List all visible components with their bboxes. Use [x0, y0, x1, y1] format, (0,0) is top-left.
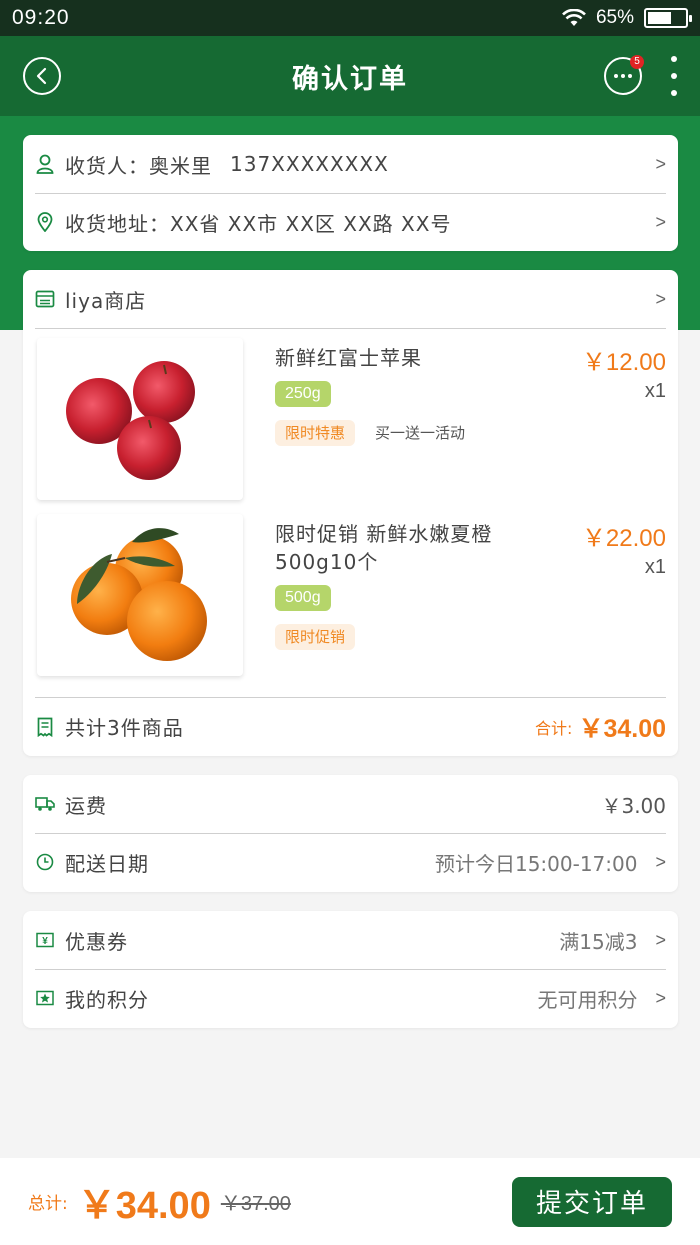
product-price: ￥12.00	[581, 349, 666, 376]
product-image-apples	[37, 338, 243, 500]
notification-badge: 5	[630, 55, 644, 69]
product-item[interactable]: 新鲜红富士苹果 ￥12.00 x1 250g 限时特惠 买一送一活动	[35, 338, 666, 512]
promo-tag: 限时特惠	[275, 420, 356, 446]
kebab-icon	[671, 56, 677, 62]
coupon-label: 优惠券	[65, 929, 128, 954]
order-summary-row: 共计3件商品 合计: ￥34.00	[35, 697, 666, 755]
address-row[interactable]: 收货地址： XX省 XX市 XX区 XX路 XX号 >	[23, 193, 678, 251]
address-card: 收货人： 奥米里 137XXXXXXXX > 收货地址： XX省 XX市 XX区…	[23, 135, 678, 251]
checkout-bar: 总计: ￥34.00 ￥37.00 提交订单	[0, 1158, 700, 1245]
total-label: 总计:	[28, 1194, 68, 1214]
status-time: 09:20	[12, 6, 70, 29]
receiver-label: 收货人：	[65, 153, 149, 178]
clock-icon	[35, 852, 55, 872]
coupon-value: 满15减3	[559, 929, 638, 954]
receiver-name: 奥米里	[149, 153, 212, 178]
address-value: XX省 XX市 XX区 XX路 XX号	[170, 211, 452, 236]
delivery-date-row[interactable]: 配送日期 预计今日15:00-17:00 >	[23, 833, 678, 891]
more-button[interactable]: 5	[604, 55, 644, 95]
kebab-menu-button[interactable]	[668, 56, 680, 96]
receipt-icon	[35, 717, 55, 737]
battery-percent: 65%	[595, 7, 634, 28]
receiver-row[interactable]: 收货人： 奥米里 137XXXXXXXX >	[23, 135, 678, 193]
address-label: 收货地址：	[65, 211, 170, 236]
wifi-icon	[562, 9, 586, 26]
chevron-right-icon: >	[655, 288, 666, 309]
delivery-date-label: 配送日期	[65, 851, 149, 876]
battery-fill	[648, 12, 672, 24]
subtotal-amount: ￥34.00	[578, 714, 666, 743]
product-item[interactable]: 限时促销 新鲜水嫩夏橙500g10个 ￥22.00 x1 500g 限时促销	[35, 514, 666, 688]
person-icon	[35, 154, 55, 174]
total-amount: ￥34.00	[77, 1185, 211, 1227]
product-image-oranges	[37, 514, 243, 676]
receiver-phone: 137XXXXXXXX	[230, 152, 389, 176]
points-value: 无可用积分	[537, 987, 638, 1012]
shipping-row: 运费 ￥3.00	[23, 775, 678, 833]
submit-order-button[interactable]: 提交订单	[512, 1176, 672, 1227]
more-icon	[614, 74, 618, 78]
product-quantity: x1	[644, 380, 666, 402]
coupon-icon: ¥	[35, 930, 55, 950]
store-card: liya商店 > 新鲜红富士苹果 ￥12.00 x1 250g 限时特惠 买一送…	[23, 270, 678, 756]
svg-text:¥: ¥	[42, 936, 48, 947]
page-title: 确认订单	[292, 63, 408, 95]
promo-note: 买一送一活动	[375, 424, 466, 442]
coupon-row[interactable]: ¥ 优惠券 满15减3 >	[23, 911, 678, 969]
location-icon	[35, 212, 55, 232]
item-count: 共计3件商品	[65, 716, 184, 740]
back-button[interactable]	[23, 57, 61, 95]
points-icon	[35, 988, 55, 1008]
weight-tag: 250g	[275, 381, 331, 407]
truck-icon	[35, 794, 55, 814]
product-name: 限时促销 新鲜水嫩夏橙500g10个	[275, 522, 493, 574]
shipping-label: 运费	[65, 793, 107, 818]
chevron-right-icon: >	[655, 987, 666, 1008]
store-icon	[35, 289, 55, 309]
store-name: liya商店	[65, 288, 147, 313]
chevron-right-icon: >	[655, 211, 666, 232]
delivery-date-value: 预计今日15:00-17:00	[434, 851, 638, 876]
store-row[interactable]: liya商店 >	[35, 270, 666, 329]
back-icon	[36, 67, 47, 85]
shipping-fee: ￥3.00	[601, 793, 666, 818]
product-name: 新鲜红富士苹果	[275, 346, 422, 370]
promo-tag: 限时促销	[275, 624, 356, 650]
chevron-right-icon: >	[655, 851, 666, 872]
original-price: ￥37.00	[220, 1193, 291, 1215]
weight-tag: 500g	[275, 585, 331, 611]
delivery-card: 运费 ￥3.00 配送日期 预计今日15:00-17:00 >	[23, 775, 678, 892]
product-quantity: x1	[644, 556, 666, 578]
chevron-right-icon: >	[655, 929, 666, 950]
chevron-right-icon: >	[655, 153, 666, 174]
nav-bar: 确认订单 5	[0, 36, 700, 116]
points-label: 我的积分	[65, 987, 149, 1012]
status-bar: 09:20 65%	[0, 0, 700, 36]
points-row[interactable]: 我的积分 无可用积分 >	[23, 969, 678, 1027]
status-indicators: 65%	[562, 7, 692, 29]
battery-icon	[644, 8, 692, 28]
discounts-card: ¥ 优惠券 满15减3 > 我的积分 无可用积分 >	[23, 911, 678, 1028]
product-price: ￥22.00	[581, 525, 666, 552]
subtotal-label: 合计:	[535, 718, 573, 738]
